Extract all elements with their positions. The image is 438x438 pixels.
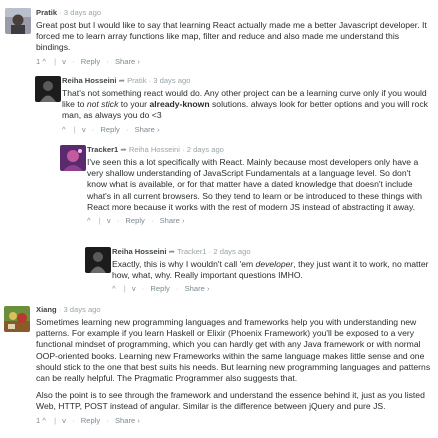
- comment-date[interactable]: 2 days ago: [187, 145, 224, 154]
- share-button[interactable]: Share ›: [135, 124, 160, 135]
- action-dot: ·: [106, 56, 109, 66]
- comment-text: That's not something react would do. Any…: [62, 88, 432, 122]
- action-dot: ·: [141, 284, 145, 294]
- comment-actions: ^ | v · Reply · Share ›: [62, 124, 432, 135]
- comment-text: Exactly, this is why I wouldn't call 'em…: [112, 259, 432, 281]
- comment-meta: Pratik · 3 days ago: [36, 7, 432, 18]
- reply-button[interactable]: Reply: [100, 124, 119, 135]
- text-bold: already-known: [149, 99, 210, 110]
- author-name[interactable]: Reiha Hosseini: [62, 76, 116, 85]
- action-dot: ·: [150, 216, 154, 226]
- vote-count: 1: [36, 415, 41, 425]
- reply-button[interactable]: Reply: [81, 415, 100, 426]
- comment-date[interactable]: 3 days ago: [153, 76, 190, 85]
- upvote-icon[interactable]: ^: [42, 56, 46, 67]
- reply-button[interactable]: Reply: [150, 283, 169, 294]
- comment-pratik: Pratik · 3 days ago Great post but I wou…: [0, 0, 438, 67]
- comment-tracker1-reply: Tracker1 ➦ Reiha Hosseini · 2 days ago I…: [0, 142, 438, 240]
- reply-to-icon: ➦: [168, 247, 175, 256]
- text-italic: not stick: [86, 99, 119, 110]
- comment-xiang: Xiang · 3 days ago Sometimes learning ne…: [0, 302, 438, 438]
- meta-dot: ·: [58, 305, 62, 314]
- comment-meta: Reiha Hosseini ➦ Pratik · 3 days ago: [62, 75, 432, 86]
- reply-to-icon: ➦: [118, 76, 125, 85]
- downvote-icon[interactable]: v: [82, 124, 86, 135]
- reply-to-icon: ➦: [120, 145, 127, 154]
- action-separator: |: [98, 216, 101, 226]
- comment-paragraph: I've seen this a lot specifically with R…: [87, 157, 423, 212]
- comment-date[interactable]: 2 days ago: [213, 247, 250, 256]
- avatar[interactable]: [4, 306, 30, 332]
- comment-paragraph: Exactly, this is why I wouldn't call 'em…: [112, 259, 432, 281]
- text-segment: Exactly, this is why I wouldn't call 'em: [112, 259, 256, 269]
- upvote-icon[interactable]: ^: [42, 415, 46, 426]
- comment-paragraph: Sometimes learning new programming langu…: [36, 317, 431, 384]
- downvote-icon[interactable]: v: [62, 56, 66, 67]
- action-separator: |: [123, 284, 126, 294]
- comment-paragraph: That's not something react would do. Any…: [62, 88, 432, 122]
- share-button[interactable]: Share ›: [115, 415, 140, 426]
- upvote-icon[interactable]: ^: [62, 124, 66, 135]
- avatar[interactable]: [85, 247, 111, 273]
- comment-text: I've seen this a lot specifically with R…: [87, 157, 432, 213]
- action-separator: |: [54, 56, 57, 66]
- reply-to-name[interactable]: Pratik: [127, 76, 146, 85]
- comment-date[interactable]: 3 days ago: [64, 8, 101, 17]
- avatar[interactable]: [5, 8, 31, 34]
- comment-actions: ^ | v · Reply · Share ›: [87, 215, 432, 226]
- action-dot: ·: [91, 124, 95, 134]
- comment-paragraph: Great post but I would like to say that …: [36, 20, 427, 53]
- comment-actions: 1 ^ | v · Reply · Share ›: [36, 415, 432, 426]
- comment-reiha-reply-2: Reiha Hosseini ➦ Tracker1 · 2 days ago E…: [0, 244, 438, 296]
- comment-actions: 1 ^ | v · Reply · Share ›: [36, 56, 432, 67]
- action-dot: ·: [72, 56, 75, 66]
- meta-dot: ·: [208, 247, 212, 256]
- avatar[interactable]: [35, 76, 61, 102]
- action-dot: ·: [125, 124, 129, 134]
- author-name[interactable]: Reiha Hosseini: [112, 247, 166, 256]
- upvote-icon[interactable]: ^: [87, 215, 91, 226]
- comment-date[interactable]: 3 days ago: [63, 305, 100, 314]
- text-segment: to your: [118, 99, 150, 110]
- comment-text: Sometimes learning new programming langu…: [36, 317, 432, 413]
- text-italic: developer: [255, 259, 294, 269]
- action-separator: |: [54, 415, 57, 425]
- author-name[interactable]: Pratik: [36, 8, 57, 17]
- comment-reiha-reply: Reiha Hosseini ➦ Pratik · 3 days ago Tha…: [0, 72, 438, 138]
- downvote-icon[interactable]: v: [107, 215, 111, 226]
- reply-button[interactable]: Reply: [81, 56, 100, 67]
- reply-button[interactable]: Reply: [125, 215, 144, 226]
- share-button[interactable]: Share ›: [185, 283, 210, 294]
- avatar[interactable]: [60, 145, 86, 171]
- action-separator: |: [73, 124, 76, 134]
- vote-count: 1: [36, 56, 41, 66]
- reply-to-name[interactable]: Reiha Hosseini: [129, 145, 180, 154]
- action-dot: ·: [175, 284, 179, 294]
- action-dot: ·: [116, 216, 120, 226]
- comment-meta: Tracker1 ➦ Reiha Hosseini · 2 days ago: [87, 144, 432, 155]
- meta-dot: ·: [59, 8, 62, 17]
- author-name[interactable]: Tracker1: [87, 145, 118, 154]
- action-dot: ·: [106, 415, 109, 425]
- downvote-icon[interactable]: v: [132, 283, 136, 294]
- downvote-icon[interactable]: v: [62, 415, 66, 426]
- meta-dot: ·: [182, 145, 185, 154]
- comment-actions: ^ | v · Reply · Share ›: [112, 283, 432, 294]
- upvote-icon[interactable]: ^: [112, 283, 116, 294]
- comment-meta: Xiang · 3 days ago: [36, 304, 432, 315]
- reply-to-name[interactable]: Tracker1: [177, 247, 207, 256]
- author-name[interactable]: Xiang: [36, 305, 57, 314]
- action-dot: ·: [72, 415, 75, 425]
- comment-paragraph: Also the point is to see through the fra…: [36, 390, 425, 412]
- share-button[interactable]: Share ›: [160, 215, 185, 226]
- comment-meta: Reiha Hosseini ➦ Tracker1 · 2 days ago: [112, 246, 432, 257]
- comment-text: Great post but I would like to say that …: [36, 20, 432, 54]
- meta-dot: ·: [148, 76, 152, 85]
- share-button[interactable]: Share ›: [115, 56, 140, 67]
